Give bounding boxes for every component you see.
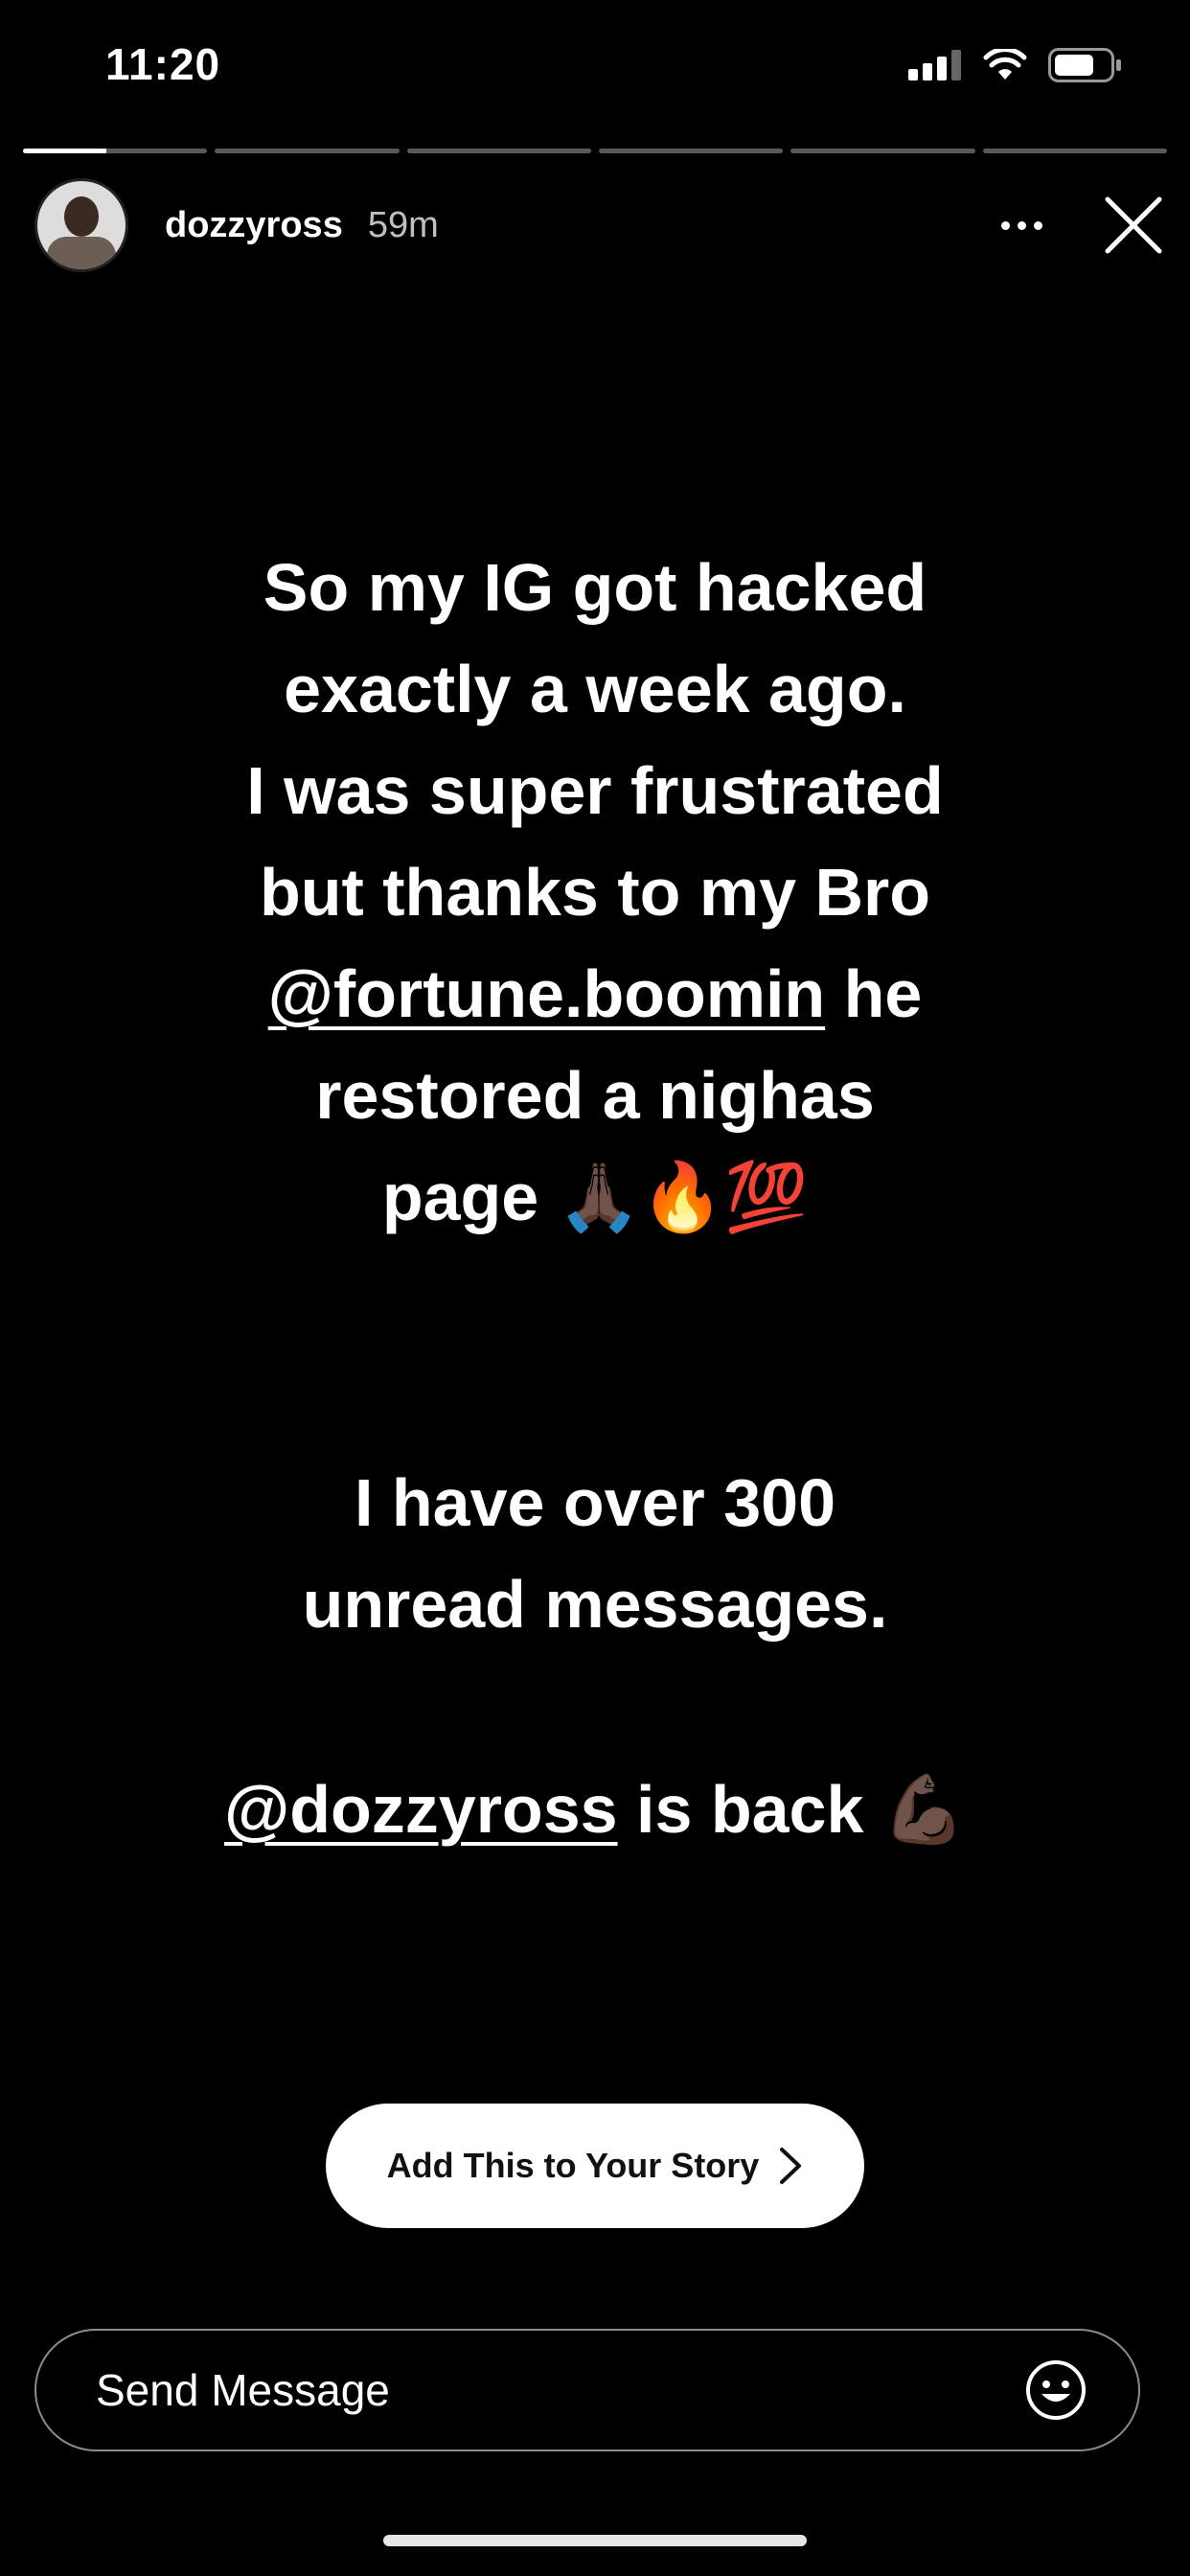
clock: 11:20 bbox=[105, 39, 221, 89]
send-message-field[interactable]: Send Message bbox=[34, 2329, 1140, 2451]
avatar[interactable] bbox=[34, 178, 128, 272]
chevron-right-icon bbox=[780, 2148, 802, 2184]
story-text-block-3: @dozzyross is back 💪🏿 bbox=[0, 1759, 1190, 1860]
status-icons bbox=[908, 48, 1123, 82]
mention-fortune-boomin[interactable]: @fortune.boomin bbox=[268, 956, 826, 1031]
story-text-block-2: I have over 300 unread messages. bbox=[0, 1452, 1190, 1655]
story-text-line: restored a nighas bbox=[315, 1058, 875, 1133]
post-time: 59m bbox=[367, 204, 439, 245]
story-text-line: page 🙏🏿🔥💯 bbox=[381, 1160, 809, 1234]
story-text-line: exactly a week ago. bbox=[284, 652, 906, 726]
story-progress-segment bbox=[598, 149, 784, 153]
story-progress-segment bbox=[23, 149, 208, 153]
story-progress-segment bbox=[406, 149, 591, 153]
status-bar: 11:20 bbox=[0, 0, 1190, 125]
story-progress-segment bbox=[790, 149, 975, 153]
story-progress-segment bbox=[215, 149, 400, 153]
cellular-signal-icon bbox=[908, 50, 961, 80]
story-text-line: but thanks to my Bro bbox=[259, 855, 931, 930]
battery-icon bbox=[1048, 48, 1121, 82]
add-to-story-button[interactable]: Add This to Your Story bbox=[326, 2104, 864, 2228]
story-text-line: I was super frustrated bbox=[246, 753, 944, 828]
story-progress-segment bbox=[982, 149, 1167, 153]
add-to-story-label: Add This to Your Story bbox=[386, 2146, 760, 2185]
story-text-line: unread messages. bbox=[302, 1567, 888, 1642]
story-text-line: @fortune.boomin he bbox=[267, 956, 923, 1031]
close-icon[interactable] bbox=[1104, 196, 1163, 255]
home-indicator bbox=[383, 2535, 807, 2546]
emoji-icon[interactable] bbox=[1025, 2359, 1087, 2421]
story-header: dozzyross 59m bbox=[34, 177, 1163, 273]
story-text-line: So my IG got hacked bbox=[263, 550, 927, 625]
story-text-line: I have over 300 bbox=[355, 1465, 835, 1540]
story-progress-bar bbox=[23, 149, 1167, 153]
username[interactable]: dozzyross bbox=[165, 205, 343, 246]
more-options-icon[interactable] bbox=[1001, 220, 1042, 230]
story-text-line: @dozzyross is back 💪🏿 bbox=[223, 1772, 966, 1847]
send-message-placeholder: Send Message bbox=[96, 2365, 390, 2415]
story-text-block-1: So my IG got hacked exactly a week ago. … bbox=[0, 537, 1190, 1248]
mention-dozzyross[interactable]: @dozzyross bbox=[224, 1772, 618, 1847]
wifi-icon bbox=[983, 49, 1027, 80]
